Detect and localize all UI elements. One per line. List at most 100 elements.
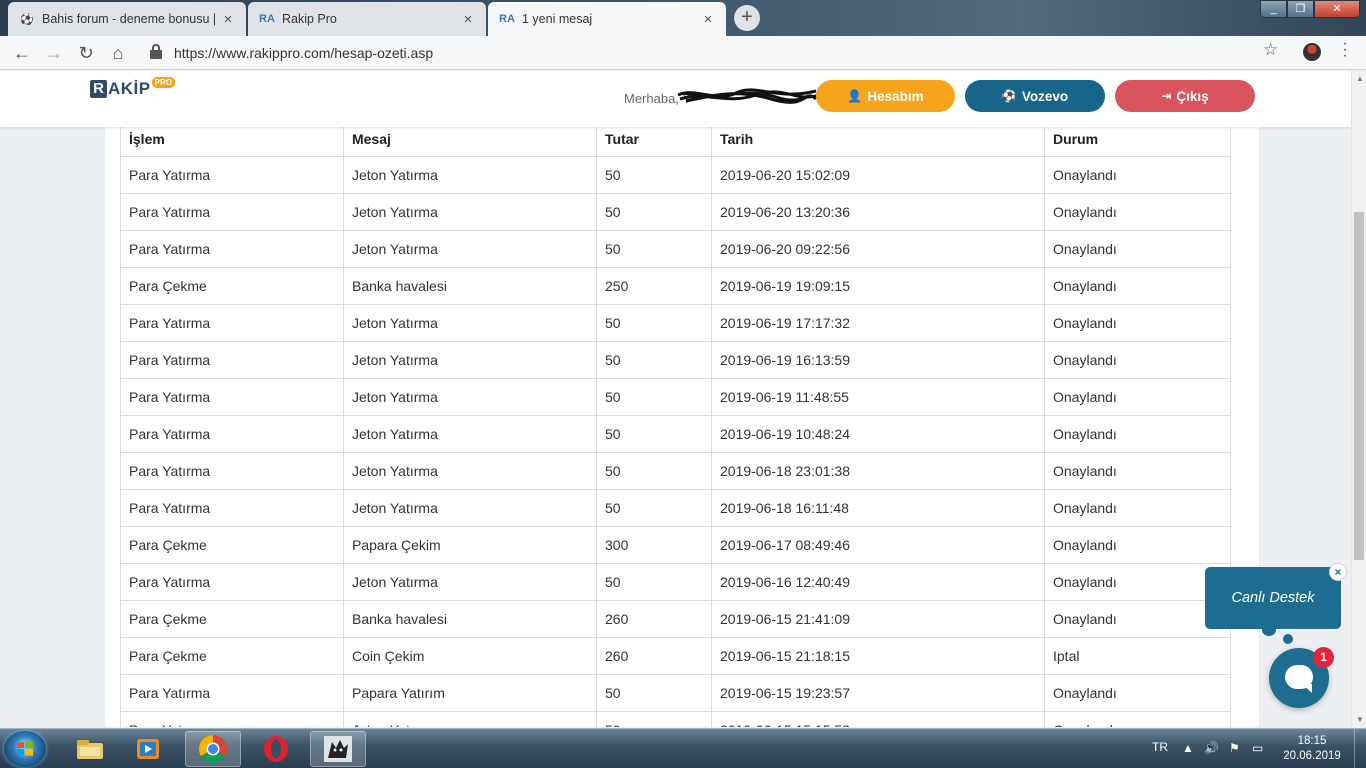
cell-tutar: 50 [596,673,712,712]
address-bar[interactable]: https://www.rakippro.com/hesap-ozeti.asp [140,40,1290,66]
browser-tab[interactable]: ⚽ Bahis forum - deneme bonusu | b × [8,2,246,36]
tab-favicon: RA [499,13,515,25]
cell-islem: Para Yatırma [120,710,344,727]
cell-tarih: 2019-06-19 10:48:24 [711,414,1045,453]
transaction-table: İşlem Mesaj Tutar Tarih Durum Para Yatır… [120,119,1231,727]
maximize-button[interactable]: ❐ [1287,0,1314,18]
table-row: Para Çekme Coin Çekim 260 2019-06-15 21:18:… [120,636,1231,675]
cell-islem: Para Çekme [120,266,344,305]
opera-icon[interactable] [248,731,304,767]
game-icon[interactable] [310,731,366,767]
table-row: Para Yatırma Jeton Yatırma 50 2019-06-16 12… [120,562,1231,601]
tab-close-icon[interactable]: × [220,11,236,28]
cell-mesaj: Papara Yatırım [343,673,597,712]
table-row: Para Yatırma Papara Yatırım 50 2019-06-15 1… [120,673,1231,712]
back-arrow-icon[interactable]: ← [10,41,34,65]
browser-toolbar: ← → ↻ ⌂ https://www.rakippro.com/hesap-o… [0,36,1366,70]
cell-tutar: 250 [596,266,712,305]
show-desktop-button[interactable] [1354,729,1366,768]
media-player-icon[interactable] [120,731,176,767]
cell-mesaj: Jeton Yatırma [343,377,597,416]
cell-durum: Onaylandı [1044,488,1231,527]
cell-durum: Onaylandı [1044,562,1231,601]
cell-durum: Onaylandı [1044,377,1231,416]
reload-icon[interactable]: ↻ [74,41,98,65]
table-row: Para Yatırma Jeton Yatırma 50 2019-06-19 16… [120,340,1231,379]
unread-badge: 1 [1313,647,1334,668]
site-header: R AKİP PRO Merhaba, Y 👤 Hesabım ⚽ Vozevo… [0,71,1351,127]
lock-icon [150,44,162,60]
network-icon[interactable]: ▭ [1252,741,1263,755]
cell-tarih: 2019-06-20 15:02:09 [711,155,1045,194]
browser-tab[interactable]: RA Rakip Pro × [248,2,486,36]
flag-alert-icon[interactable]: ⚑ [1229,741,1240,755]
table-row: Para Yatırma Jeton Yatırma 50 2019-06-20 15… [120,155,1231,194]
start-button[interactable] [4,731,46,767]
cell-tutar: 50 [596,710,712,727]
cell-tarih: 2019-06-18 16:11:48 [711,488,1045,527]
chrome-icon[interactable] [185,731,241,767]
table-row: Para YatırmaJeton Yatırma502019-06-15 15… [120,710,1231,727]
cell-tutar: 260 [596,636,712,675]
table-row: Para Yatırma Jeton Yatırma 50 2019-06-19 11… [120,377,1231,416]
cell-tutar: 300 [596,525,712,564]
close-window-button[interactable]: ✕ [1314,0,1360,18]
language-indicator[interactable]: TR [1152,740,1168,754]
cell-durum: Onaylandı [1044,673,1231,712]
system-clock[interactable]: 18:15 20.06.2019 [1282,734,1342,764]
tab-close-icon[interactable]: × [700,11,716,28]
account-button[interactable]: 👤 Hesabım [816,80,955,112]
browser-tab-strip: ⚽ Bahis forum - deneme bonusu | b × RA R… [0,0,1366,36]
rakip-pro-logo[interactable]: R AKİP PRO [90,77,175,101]
forward-arrow-icon[interactable]: → [42,41,66,65]
live-support-bubble[interactable]: Canlı Destek [1205,567,1341,629]
cell-mesaj: Banka havalesi [343,599,597,638]
cell-tarih: 2019-06-19 16:13:59 [711,340,1045,379]
cell-islem: Para Yatırma [120,414,344,453]
support-close-icon[interactable]: × [1329,563,1347,581]
cell-mesaj: Jeton Yatırma [343,340,597,379]
vozevo-button[interactable]: ⚽ Vozevo [965,80,1105,112]
cell-tutar: 50 [596,303,712,342]
logout-button[interactable]: ⇥ Çıkış [1115,80,1255,112]
cell-islem: Para Yatırma [120,340,344,379]
cell-tutar: 50 [596,377,712,416]
cell-tutar: 50 [596,155,712,194]
scrollbar-thumb[interactable] [1354,212,1364,560]
cell-durum: Onaylandı [1044,303,1231,342]
soccer-ball-icon: ⚽ [20,13,34,26]
tab-close-icon[interactable]: × [460,11,476,28]
volume-icon[interactable]: 🔊 [1204,741,1219,755]
profile-avatar[interactable] [1303,43,1321,61]
cell-tarih: 2019-06-15 21:41:09 [711,599,1045,638]
cell-islem: Para Çekme [120,636,344,675]
cell-tutar: 50 [596,229,712,268]
bookmark-star-icon[interactable]: ☆ [1263,40,1278,60]
cell-tarih: 2019-06-19 17:17:32 [711,303,1045,342]
windows-taskbar: TR ▲ 🔊 ⚑ ▭ 18:15 20.06.2019 [0,728,1366,768]
cell-durum: Onaylandı [1044,229,1231,268]
browser-tab-active[interactable]: RA 1 yeni mesaj × [488,2,726,36]
scroll-down-icon[interactable]: ▼ [1356,715,1364,724]
cell-islem: Para Yatırma [120,303,344,342]
cell-tutar: 50 [596,451,712,490]
cell-tarih: 2019-06-19 11:48:55 [711,377,1045,416]
explorer-icon[interactable] [62,731,118,767]
cell-tarih: 2019-06-16 12:40:49 [711,562,1045,601]
cell-tutar: 50 [596,562,712,601]
new-tab-button[interactable]: + [734,5,760,31]
cell-tarih: 2019-06-15 15:15:53 [711,710,1045,727]
home-icon[interactable]: ⌂ [106,41,130,65]
show-hidden-icons[interactable]: ▲ [1182,741,1194,755]
cell-mesaj: Jeton Yatırma [343,155,597,194]
scroll-up-icon[interactable]: ▲ [1356,74,1364,83]
cell-mesaj: Jeton Yatırma [343,488,597,527]
tab-title: Rakip Pro [282,12,337,26]
cell-durum: Onaylandı [1044,710,1231,727]
cell-mesaj: Coin Çekim [343,636,597,675]
cell-durum: Iptal [1044,636,1231,675]
browser-menu-icon[interactable]: · · · [1340,36,1350,64]
minimize-button[interactable]: _ [1260,0,1287,18]
page-scrollbar[interactable]: ▲ ▼ [1351,71,1366,727]
table-row: Para Yatırma Jeton Yatırma 50 2019-06-18 16… [120,488,1231,527]
